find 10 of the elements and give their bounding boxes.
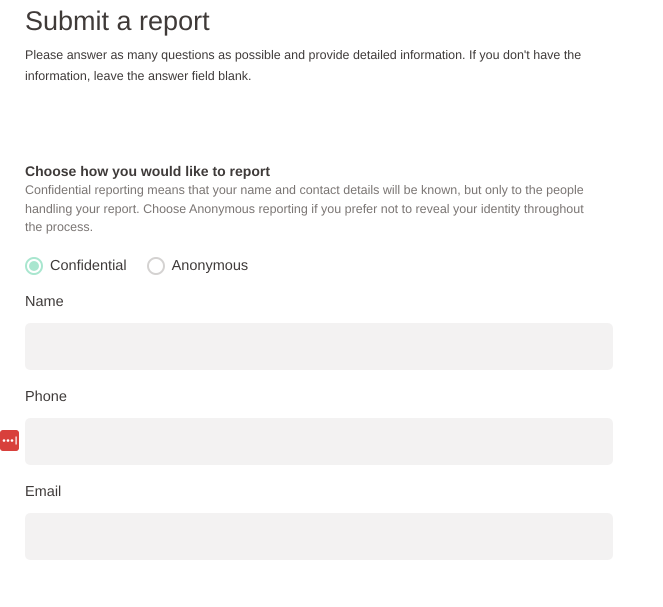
autofill-icon[interactable] — [0, 430, 19, 450]
radio-option[interactable]: Confidential — [25, 256, 127, 274]
page-title: Submit a report — [25, 5, 211, 38]
field-label: Name — [25, 292, 65, 310]
field-label: Email — [25, 482, 62, 500]
section-heading: Choose how you would like to report — [25, 162, 272, 181]
radio-option[interactable]: Anonymous — [146, 256, 248, 274]
section-description: Confidential reporting means that your name and contact details will be known, but only to the people handling your report. Choose Anonymous reporting if you prefer not to reveal your identity throughout the process. — [25, 182, 585, 236]
field-label: Phone — [25, 388, 68, 406]
intro-text: Please answer as many questions as possible and provide detailed information. If you don't have the information, leave the answer field blank. — [25, 47, 582, 85]
